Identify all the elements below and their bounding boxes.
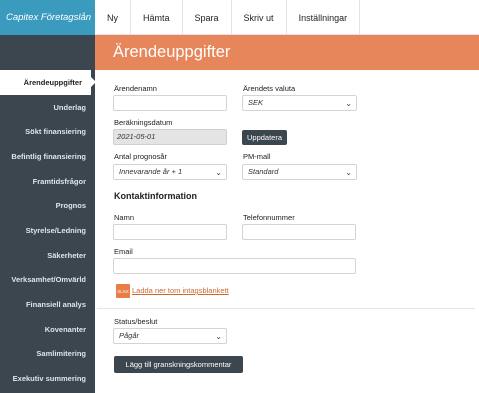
berakningsdatum-label: Beräkningsdatum [114, 118, 173, 127]
section-divider [97, 308, 475, 309]
sidebar-item-samlimitering[interactable]: Samlimitering [0, 342, 95, 367]
chevron-down-icon: ⌄ [215, 332, 222, 341]
tab-ny[interactable]: Ny [95, 0, 131, 35]
sidebar-item-verksamhet-omvarld[interactable]: Verksamhet/Omvärld [0, 268, 95, 293]
tab-hamta[interactable]: Hämta [131, 0, 183, 35]
page-title: Ärendeuppgifter [113, 43, 231, 61]
namn-label: Namn [114, 213, 135, 222]
prognosar-label: Antal prognosår [114, 152, 167, 161]
berakningsdatum-field: 2021-05-01 [113, 129, 227, 145]
uppdatera-button[interactable]: Uppdatera [242, 130, 287, 145]
tab-skriv-ut[interactable]: Skriv ut [232, 0, 287, 35]
sidebar-item-befintlig-finansiering[interactable]: Befintlig finansiering [0, 144, 95, 169]
sidebar-item-exekutiv-summering[interactable]: Exekutiv summering [0, 366, 95, 391]
sidebar-item-arendeuppgifter[interactable]: Ärendeuppgifter [0, 70, 96, 95]
sidebar-item-prognos[interactable]: Prognos [0, 193, 95, 218]
arendenamn-input[interactable] [113, 95, 227, 111]
pm-mall-select[interactable]: Standard ⌄ [242, 164, 357, 180]
sidebar-item-sakerheter[interactable]: Säkerheter [0, 243, 95, 268]
app-brand: Capitex Företagslån [0, 0, 95, 35]
tab-installningar[interactable]: Inställningar [287, 0, 361, 35]
sidebar-item-finansiell-analys[interactable]: Finansiell analys [0, 292, 95, 317]
sidebar-item-framtidsfragor[interactable]: Framtidsfrågor [0, 169, 95, 194]
sidebar: Ärendeuppgifter Underlag Sökt finansieri… [0, 35, 96, 393]
status-select[interactable]: Pågår ⌄ [113, 328, 227, 344]
email-label: Email [114, 247, 133, 256]
chevron-down-icon: ⌄ [215, 168, 222, 177]
top-navigation: Ny Hämta Spara Skriv ut Inställningar [95, 0, 479, 35]
telefon-input[interactable] [242, 224, 356, 240]
status-label: Status/beslut [114, 317, 158, 326]
sidebar-item-styrelse-ledning[interactable]: Styrelse/Ledning [0, 218, 95, 243]
namn-input[interactable] [113, 224, 227, 240]
kontakt-section-title: Kontaktinformation [114, 191, 197, 201]
valuta-label: Ärendets valuta [243, 84, 296, 93]
add-review-comment-button[interactable]: Lägg till granskningskommentar [114, 356, 243, 373]
email-input[interactable] [113, 258, 356, 274]
sidebar-item-kovenanter[interactable]: Kovenanter [0, 317, 95, 342]
chevron-down-icon: ⌄ [345, 99, 352, 108]
sidebar-item-sokt-finansiering[interactable]: Sökt finansiering [0, 119, 95, 144]
valuta-select[interactable]: SEK ⌄ [242, 95, 357, 111]
download-template-link[interactable]: Ladda ner tom intagsblankett [132, 286, 229, 295]
pm-mall-label: PM-mall [243, 152, 271, 161]
page-header: Ärendeuppgifter [95, 35, 479, 70]
arendenamn-label: Ärendenamn [114, 84, 157, 93]
sidebar-item-underlag[interactable]: Underlag [0, 95, 95, 120]
excel-icon: XLSX [116, 284, 130, 298]
prognosar-select[interactable]: Innevarande år + 1 ⌄ [113, 164, 227, 180]
tab-spara[interactable]: Spara [183, 0, 232, 35]
chevron-down-icon: ⌄ [345, 168, 352, 177]
telefon-label: Telefonnummer [243, 213, 295, 222]
